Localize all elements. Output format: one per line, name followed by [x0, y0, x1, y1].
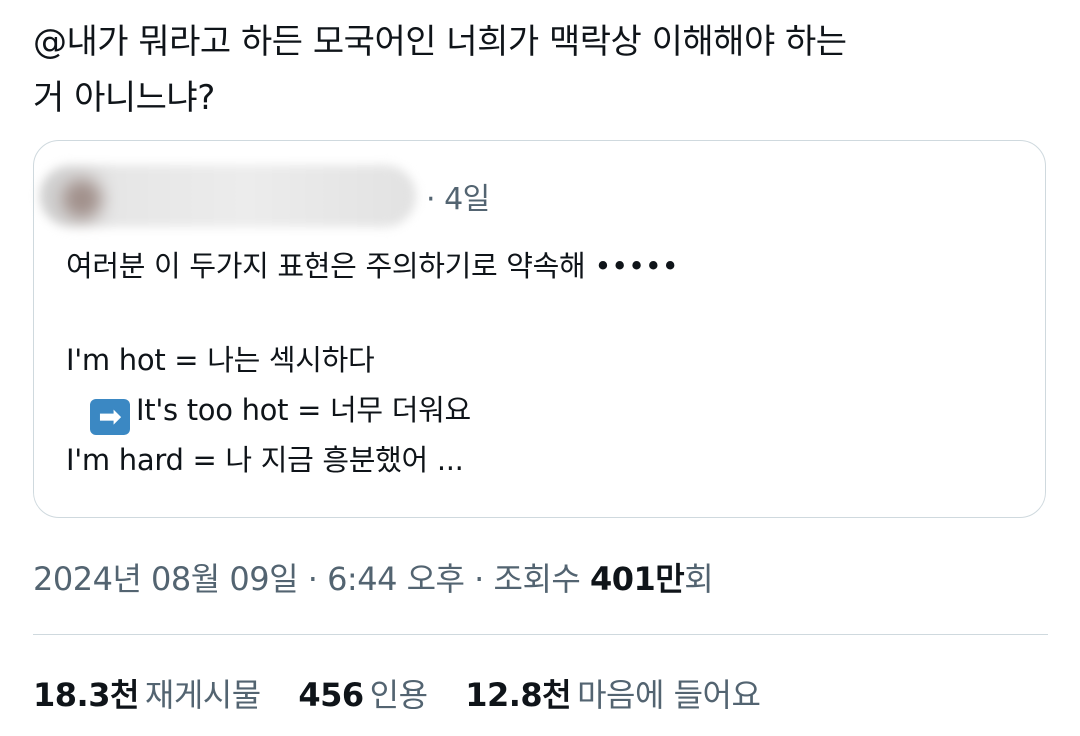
tweet-metadata: 2024년 08월 09일 · 6:44 오후 · 조회수 401만회 — [33, 554, 714, 600]
views-suffix: 회 — [684, 560, 714, 598]
divider — [33, 634, 1048, 635]
quoted-tweet-body: 여러분 이 두가지 표현은 주의하기로 약속해 ••••• I'm hot = … — [66, 241, 1016, 485]
quoted-tweet-line: I'm hard = 나 지금 흥분했어 ... — [66, 443, 464, 477]
quoted-tweet-blank-line — [66, 291, 1016, 335]
quotes-stat[interactable]: 456 인용 — [298, 670, 428, 716]
engagement-stats: 18.3천 재게시물 456 인용 12.8천 마음에 들어요 — [33, 670, 788, 716]
retweets-label: 재게시물 — [144, 676, 261, 714]
likes-count: 12.8천 — [465, 676, 572, 714]
meta-separator: · — [298, 560, 328, 598]
retweets-count: 18.3천 — [33, 676, 139, 714]
blurred-author-name — [40, 165, 416, 227]
meta-separator: · — [464, 560, 494, 598]
right-arrow-icon: ➡ — [90, 399, 130, 435]
retweets-stat[interactable]: 18.3천 재게시물 — [33, 670, 261, 716]
views-count: 401만 — [590, 560, 685, 598]
quoted-tweet-card[interactable]: · 4일 여러분 이 두가지 표현은 주의하기로 약속해 ••••• I'm h… — [33, 140, 1046, 518]
quoted-tweet-time[interactable]: · 4일 — [426, 174, 490, 218]
quotes-count: 456 — [298, 676, 364, 714]
tweet-text: @내가 뭐라고 하든 모국어인 너희가 맥락상 이해해야 하는 거 아니느냐? — [33, 22, 847, 118]
quotes-label: 인용 — [369, 676, 428, 714]
likes-stat[interactable]: 12.8천 마음에 들어요 — [465, 670, 761, 716]
likes-label: 마음에 들어요 — [577, 676, 761, 714]
tweet-time[interactable]: 6:44 오후 — [327, 560, 465, 598]
quoted-tweet-line: 여러분 이 두가지 표현은 주의하기로 약속해 ••••• — [66, 249, 679, 283]
tweet-date[interactable]: 2024년 08월 09일 — [33, 560, 299, 598]
blurred-avatar — [62, 179, 102, 219]
views-label: 조회수 — [493, 560, 590, 598]
quoted-tweet-line-text: It's too hot = 너무 더워요 — [136, 393, 471, 427]
quoted-tweet-author[interactable]: · 4일 — [40, 163, 490, 229]
quoted-tweet-line: I'm hot = 나는 섹시하다 — [66, 343, 375, 377]
quoted-tweet-line-with-arrow: ➡ It's too hot = 너무 더워요 — [66, 385, 1016, 435]
